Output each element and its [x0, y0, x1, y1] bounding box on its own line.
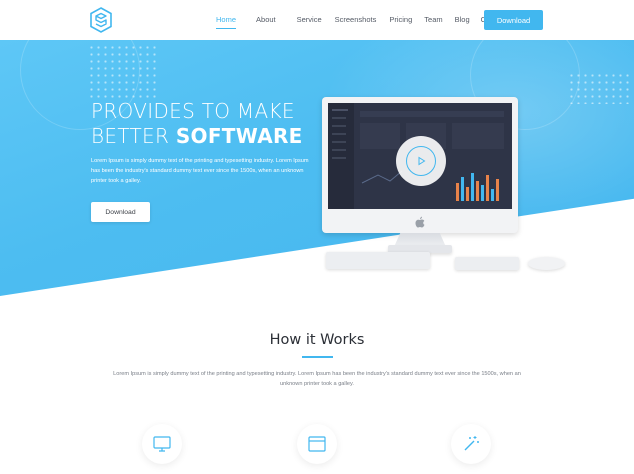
- feature-magic: [451, 424, 491, 464]
- nav-item-team[interactable]: Team: [424, 0, 442, 40]
- main-nav: Home About Service Screenshots Pricing T…: [216, 0, 507, 40]
- nav-item-service[interactable]: Service: [297, 0, 322, 40]
- imac-screen: [328, 103, 512, 209]
- decorative-dots: [568, 72, 631, 104]
- feature-monitor: [142, 424, 182, 464]
- hero-title: PROVIDES TO MAKE BETTER SOFTWARE: [91, 99, 331, 149]
- section-title-underline: [302, 356, 333, 358]
- nav-item-home[interactable]: Home: [216, 0, 237, 40]
- header-download-button[interactable]: Download: [484, 10, 543, 30]
- decorative-dots: [88, 44, 158, 100]
- cube-logo-icon[interactable]: [89, 7, 113, 33]
- mouse-illustration: [528, 257, 565, 270]
- browser-window-icon: [308, 436, 326, 452]
- monitor-icon: [153, 436, 171, 452]
- hero-title-line-1: PROVIDES TO MAKE: [91, 99, 295, 123]
- section-description: Lorem Ipsum is simply dummy text of the …: [113, 371, 521, 387]
- magic-wand-icon: [464, 436, 479, 451]
- navbar: Home About Service Screenshots Pricing T…: [0, 0, 634, 40]
- nav-item-screenshots[interactable]: Screenshots: [335, 0, 377, 40]
- feature-browser: [297, 424, 337, 464]
- apple-logo-icon: [415, 215, 425, 228]
- imac-illustration: [322, 97, 518, 257]
- numpad-illustration: [455, 257, 519, 270]
- section-title: How it Works: [269, 332, 365, 348]
- play-icon: [418, 156, 426, 166]
- imac-frame: [322, 97, 518, 233]
- keyboard-illustration: [326, 252, 430, 269]
- video-play-button[interactable]: [396, 136, 446, 186]
- nav-item-about[interactable]: About: [256, 0, 276, 40]
- hero-download-button[interactable]: Download: [91, 202, 150, 222]
- hero-title-line-2-light: BETTER: [91, 124, 170, 148]
- hero-description: Lorem Ipsum is simply dummy text of the …: [91, 158, 309, 184]
- nav-item-blog[interactable]: Blog: [455, 0, 470, 40]
- nav-item-pricing[interactable]: Pricing: [389, 0, 412, 40]
- hero-title-line-2-bold: SOFTWARE: [175, 124, 303, 148]
